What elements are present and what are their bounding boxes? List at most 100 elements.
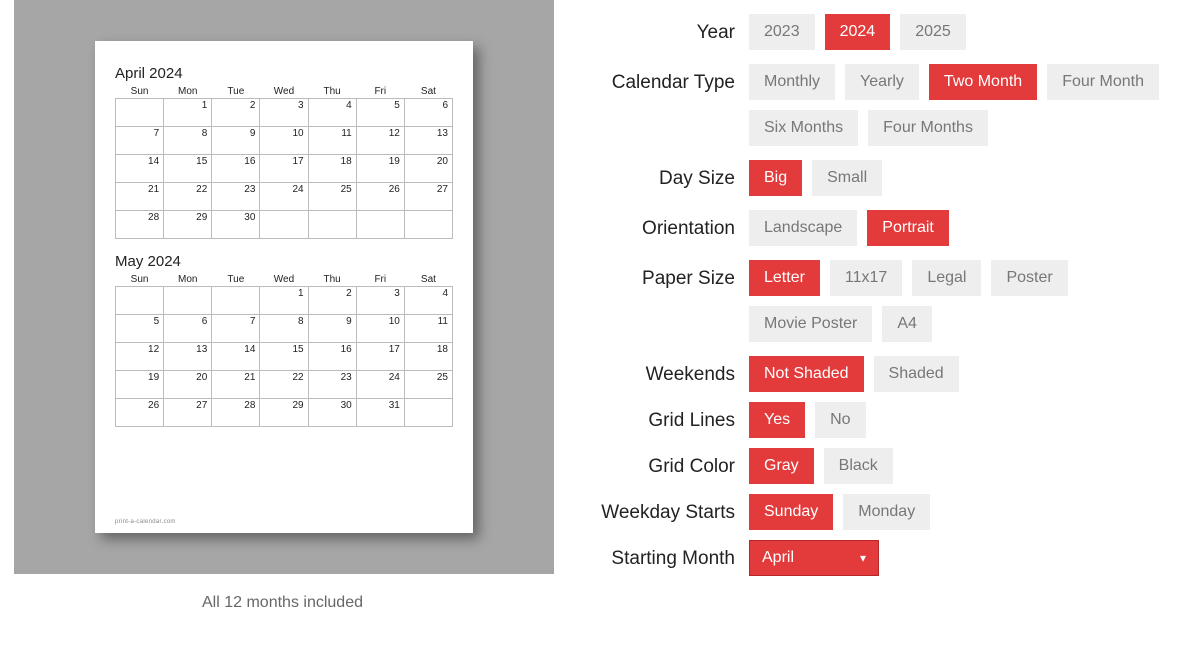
day-cell: 14: [116, 155, 164, 183]
calendar-type-option[interactable]: Yearly: [845, 64, 919, 100]
dow-header: Sun: [116, 84, 164, 99]
dow-header: Mon: [164, 84, 212, 99]
month-title-1: April 2024: [115, 65, 453, 82]
year-option[interactable]: 2025: [900, 14, 966, 50]
day-cell: 15: [260, 343, 308, 371]
day-cell: 24: [260, 183, 308, 211]
dow-header: Fri: [356, 84, 404, 99]
calendar-type-option[interactable]: Monthly: [749, 64, 835, 100]
calendar-preview-page: April 2024 Sun Mon Tue Wed Thu Fri Sat: [95, 41, 473, 533]
day-cell: 2: [212, 99, 260, 127]
paper-size-option[interactable]: Poster: [991, 260, 1067, 296]
day-cell: [212, 287, 260, 315]
grid-lines-option[interactable]: No: [815, 402, 865, 438]
day-cell: 7: [212, 315, 260, 343]
day-cell: 26: [116, 399, 164, 427]
day-cell: 11: [404, 315, 452, 343]
paper-size-option[interactable]: Legal: [912, 260, 981, 296]
day-cell: 10: [260, 127, 308, 155]
label-grid-color: Grid Color: [565, 448, 749, 478]
day-cell: 21: [212, 371, 260, 399]
label-weekday-starts: Weekday Starts: [565, 494, 749, 524]
dow-header: Thu: [308, 84, 356, 99]
day-cell: 17: [356, 343, 404, 371]
day-cell: 4: [404, 287, 452, 315]
starting-month-select[interactable]: April ▾: [749, 540, 879, 576]
day-cell: 22: [164, 183, 212, 211]
day-cell: [308, 211, 356, 239]
paper-size-option[interactable]: Movie Poster: [749, 306, 872, 342]
day-cell: 12: [116, 343, 164, 371]
dow-header: Tue: [212, 272, 260, 287]
day-cell: 28: [212, 399, 260, 427]
calendar-type-option[interactable]: Two Month: [929, 64, 1037, 100]
weekday-starts-option[interactable]: Monday: [843, 494, 930, 530]
day-size-option[interactable]: Small: [812, 160, 882, 196]
calendar-type-option[interactable]: Four Month: [1047, 64, 1159, 100]
paper-size-option[interactable]: A4: [882, 306, 932, 342]
orientation-option[interactable]: Landscape: [749, 210, 857, 246]
weekends-option[interactable]: Shaded: [874, 356, 959, 392]
label-year: Year: [565, 14, 749, 44]
day-cell: 12: [356, 127, 404, 155]
dow-header: Sat: [404, 272, 452, 287]
day-cell: 22: [260, 371, 308, 399]
label-calendar-type: Calendar Type: [565, 64, 749, 94]
day-cell: 25: [404, 371, 452, 399]
watermark-text: print-a-calendar.com: [115, 519, 176, 525]
dow-header: Sat: [404, 84, 452, 99]
paper-size-option[interactable]: 11x17: [830, 260, 902, 296]
day-cell: 17: [260, 155, 308, 183]
weekday-starts-option[interactable]: Sunday: [749, 494, 833, 530]
label-starting-month: Starting Month: [565, 540, 749, 570]
dow-header: Mon: [164, 272, 212, 287]
day-cell: 31: [356, 399, 404, 427]
day-cell: 23: [308, 371, 356, 399]
dow-header: Thu: [308, 272, 356, 287]
day-cell: 18: [308, 155, 356, 183]
calendar-grid-1: Sun Mon Tue Wed Thu Fri Sat 1: [115, 84, 453, 239]
preview-background: April 2024 Sun Mon Tue Wed Thu Fri Sat: [14, 0, 554, 574]
dow-header: Tue: [212, 84, 260, 99]
day-cell: 8: [260, 315, 308, 343]
dow-header: Wed: [260, 84, 308, 99]
day-cell: 1: [164, 99, 212, 127]
day-size-option[interactable]: Big: [749, 160, 802, 196]
day-cell: 30: [212, 211, 260, 239]
dow-header: Wed: [260, 272, 308, 287]
day-cell: 16: [308, 343, 356, 371]
day-cell: 9: [308, 315, 356, 343]
label-paper-size: Paper Size: [565, 260, 749, 290]
weekends-option[interactable]: Not Shaded: [749, 356, 864, 392]
paper-size-option[interactable]: Letter: [749, 260, 820, 296]
day-cell: [164, 287, 212, 315]
day-cell: 1: [260, 287, 308, 315]
month-title-2: May 2024: [115, 253, 453, 270]
grid-color-option[interactable]: Black: [824, 448, 893, 484]
label-grid-lines: Grid Lines: [565, 402, 749, 432]
day-cell: 18: [404, 343, 452, 371]
year-option[interactable]: 2024: [825, 14, 891, 50]
calendar-type-option[interactable]: Six Months: [749, 110, 858, 146]
starting-month-value: April: [762, 549, 794, 567]
day-cell: 15: [164, 155, 212, 183]
day-cell: 21: [116, 183, 164, 211]
day-cell: 28: [116, 211, 164, 239]
day-cell: 24: [356, 371, 404, 399]
day-cell: 16: [212, 155, 260, 183]
day-cell: [116, 287, 164, 315]
grid-color-option[interactable]: Gray: [749, 448, 814, 484]
day-cell: [356, 211, 404, 239]
day-cell: 4: [308, 99, 356, 127]
label-orientation: Orientation: [565, 210, 749, 240]
day-cell: 7: [116, 127, 164, 155]
day-cell: 3: [356, 287, 404, 315]
day-cell: 29: [260, 399, 308, 427]
calendar-type-option[interactable]: Four Months: [868, 110, 988, 146]
day-cell: [116, 99, 164, 127]
day-cell: [260, 211, 308, 239]
grid-lines-option[interactable]: Yes: [749, 402, 805, 438]
day-cell: 20: [164, 371, 212, 399]
year-option[interactable]: 2023: [749, 14, 815, 50]
orientation-option[interactable]: Portrait: [867, 210, 949, 246]
